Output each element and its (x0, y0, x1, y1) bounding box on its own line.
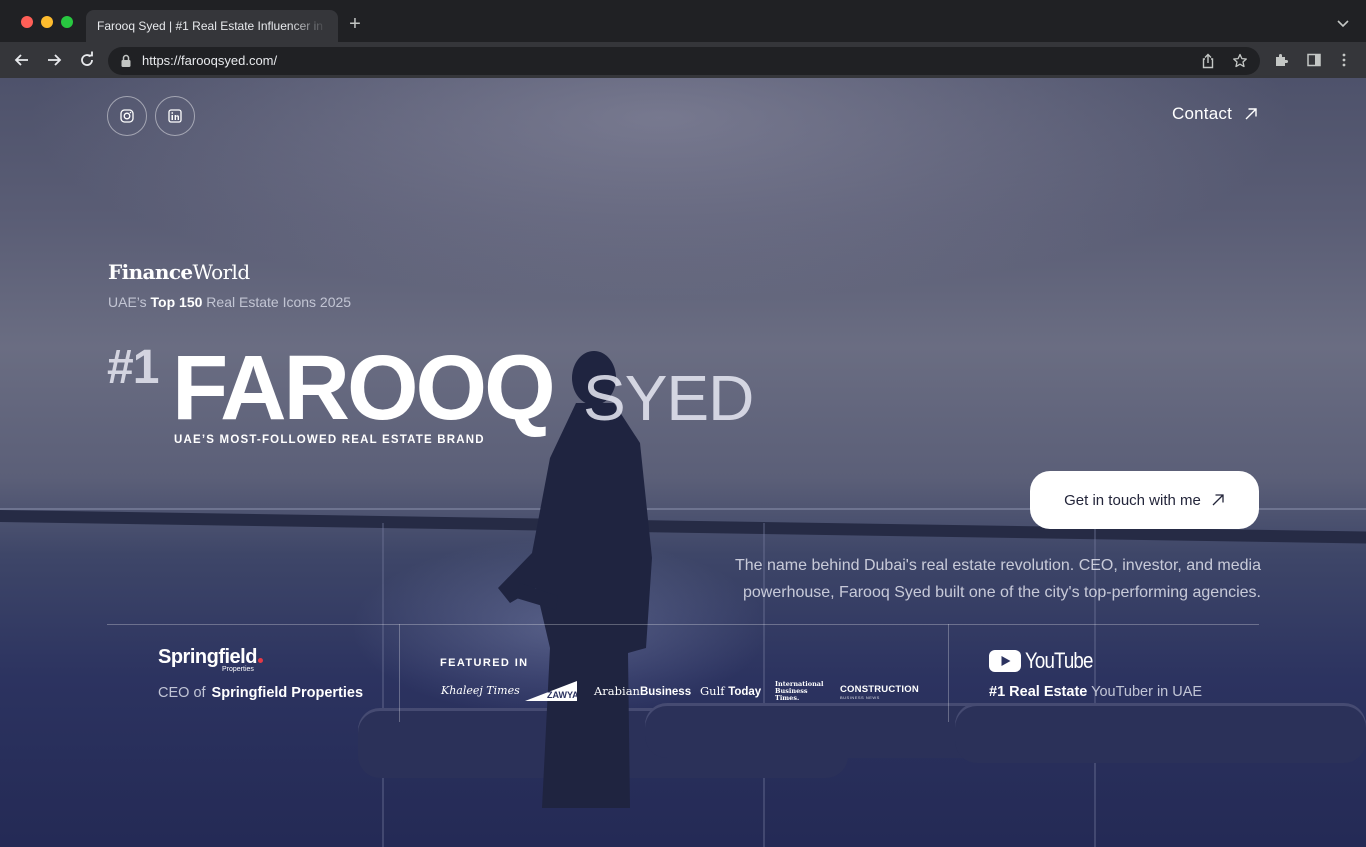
contact-label: Contact (1172, 104, 1232, 123)
youtube-role: #1 Real Estate YouTuber in UAE (989, 684, 1202, 700)
new-tab-button[interactable]: + (343, 13, 367, 37)
tab-strip: Farooq Syed | #1 Real Estate Influencer … (0, 0, 1366, 42)
arabian-business-logo: ArabianBusiness (594, 684, 691, 698)
cta-label: Get in touch with me (1064, 491, 1201, 509)
ceo-role-company: Springfield Properties (211, 685, 364, 701)
award-caption: UAE’s Top 150 Real Estate Icons 2025 (108, 294, 351, 310)
linkedin-link[interactable] (155, 96, 195, 136)
share-icon[interactable] (1200, 53, 1216, 69)
name-first: FAROOQ (172, 337, 556, 439)
arrow-up-right-icon (1212, 494, 1224, 506)
address-bar[interactable]: https://farooqsyed.com/ (108, 47, 1260, 75)
youtube-play-icon (989, 650, 1021, 672)
sun-lounger (955, 703, 1366, 763)
browser-tab[interactable]: Farooq Syed | #1 Real Estate Influencer … (86, 10, 338, 42)
youtube-role-post: YouTuber in UAE (1087, 684, 1203, 700)
financeworld-logo-part1: Finance (108, 260, 193, 284)
extensions-puzzle-icon[interactable] (1273, 52, 1289, 68)
hero-section: Contact FinanceWorld UAE’s Top 150 Real … (0, 78, 1366, 847)
arabian-business-part1: Arabian (594, 684, 640, 698)
side-panel-icon[interactable] (1306, 52, 1322, 68)
gulf-today-logo: Gulf Today (700, 684, 761, 698)
award-caption-bold: Top 150 (150, 294, 203, 310)
lock-icon (121, 54, 131, 67)
ceo-role-pre: CEO of (158, 685, 206, 701)
bookmark-star-icon[interactable] (1232, 53, 1248, 69)
construction-business-news-logo: CONSTRUCTION BUSINESS NEWS (840, 684, 919, 700)
zawya-logo: ZAWYA (525, 681, 577, 701)
forward-arrow-icon[interactable] (44, 50, 64, 70)
close-window-button[interactable] (21, 16, 33, 28)
stats-separator (948, 624, 949, 722)
arabian-business-part2: Business (639, 686, 692, 698)
award-caption-post: Real Estate Icons 2025 (202, 294, 352, 310)
khaleej-times-logo: Khaleej Times (441, 684, 520, 697)
maximize-window-button[interactable] (61, 16, 73, 28)
browser-chrome: Farooq Syed | #1 Real Estate Influencer … (0, 0, 1366, 78)
construction-logo-sub: BUSINESS NEWS (840, 695, 880, 700)
more-menu-icon[interactable] (1336, 52, 1352, 68)
railing-post (382, 523, 384, 847)
rank-label: #1 (107, 341, 159, 394)
award-caption-pre: UAE’s (108, 294, 151, 310)
logo-dot (257, 658, 263, 663)
reload-icon[interactable] (77, 50, 97, 70)
zawya-logo-text: ZAWYA (547, 690, 577, 700)
stats-separator (399, 624, 400, 722)
gulf-today-part2: Today (728, 686, 762, 698)
ibt-logo: International Business Times. (775, 681, 823, 702)
financeworld-logo: FinanceWorld (108, 260, 250, 284)
stats-divider (107, 624, 1259, 625)
minimize-window-button[interactable] (41, 16, 53, 28)
instagram-link[interactable] (107, 96, 147, 136)
youtube-role-bold: #1 Real Estate (989, 684, 1088, 700)
tab-title: Farooq Syed | #1 Real Estate Influencer … (97, 19, 327, 33)
tab-search-chevron-icon[interactable] (1336, 16, 1350, 30)
linkedin-icon (168, 109, 182, 123)
brand-tagline: UAE’S MOST-FOLLOWED REAL ESTATE BRAND (174, 434, 485, 446)
construction-logo-text: CONSTRUCTION (840, 684, 919, 695)
back-arrow-icon[interactable] (12, 50, 32, 70)
name-last: SYED (583, 362, 754, 434)
springfield-logo-text: Springfield (158, 646, 257, 668)
gulf-today-part1: Gulf (700, 684, 729, 698)
url-text: https://farooqsyed.com/ (142, 53, 278, 68)
featured-in-label: FEATURED IN (440, 657, 529, 669)
bio-paragraph: The name behind Dubai's real estate revo… (734, 557, 1261, 601)
ibt-line3: Times. (775, 694, 800, 702)
financeworld-logo-part2: World (192, 260, 251, 284)
ceo-role: CEO of Springfield Properties (158, 685, 363, 701)
youtube-logo: YouTube (989, 648, 1104, 674)
contact-link[interactable]: Contact (1172, 104, 1258, 124)
arrow-up-right-icon (1245, 108, 1257, 120)
instagram-icon (120, 109, 134, 123)
springfield-logo-sub: Properties (222, 666, 254, 673)
browser-toolbar: https://farooqsyed.com/ (0, 42, 1366, 78)
get-in-touch-button[interactable]: Get in touch with me (1030, 471, 1259, 529)
youtube-logo-text: YouTube (1025, 648, 1093, 673)
